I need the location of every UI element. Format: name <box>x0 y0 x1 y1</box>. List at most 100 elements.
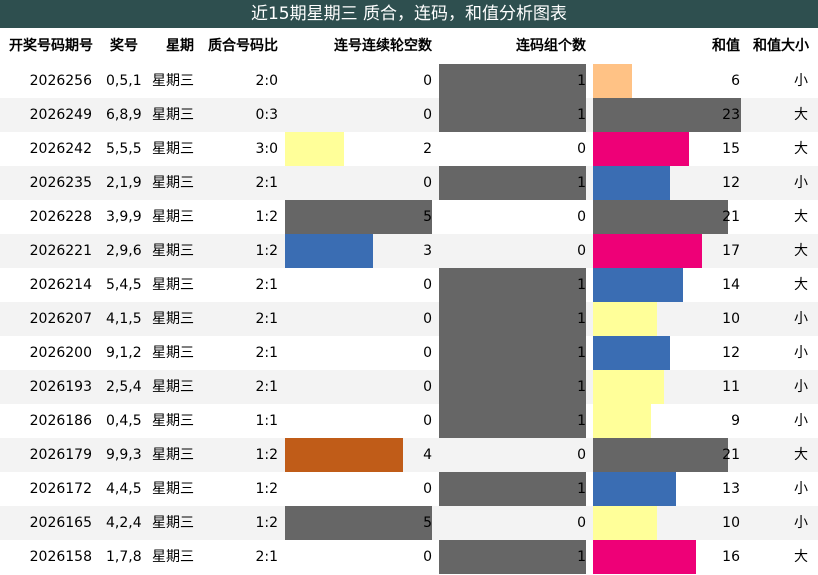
ratio-cell: 2:1 <box>255 549 278 565</box>
sum-value: 14 <box>722 277 740 293</box>
sum-value: 15 <box>722 141 740 157</box>
gap-value: 0 <box>423 175 432 191</box>
number-cell: 0,5,1 <box>106 73 142 89</box>
number-cell: 0,4,5 <box>106 413 142 429</box>
table-row: 2026165 4,2,4 星期三 1:2 5 0 10 小 <box>0 506 818 540</box>
table-row: 2026172 4,4,5 星期三 1:2 0 1 13 小 <box>0 472 818 506</box>
number-cell: 5,4,5 <box>106 277 142 293</box>
period-cell: 2026172 <box>29 481 92 497</box>
size-cell: 小 <box>794 413 808 429</box>
weekday-cell: 星期三 <box>152 379 194 395</box>
period-cell: 2026158 <box>29 549 92 565</box>
sum-value: 21 <box>722 447 740 463</box>
period-cell: 2026249 <box>29 107 92 123</box>
weekday-cell: 星期三 <box>152 277 194 293</box>
sum-value: 13 <box>722 481 740 497</box>
size-cell: 大 <box>794 447 808 463</box>
period-cell: 2026186 <box>29 413 92 429</box>
weekday-cell: 星期三 <box>152 413 194 429</box>
consec-value: 0 <box>577 515 586 531</box>
header-ratio: 质合号码比 <box>208 38 278 54</box>
period-cell: 2026165 <box>29 515 92 531</box>
ratio-cell: 2:0 <box>255 73 278 89</box>
ratio-cell: 3:0 <box>255 141 278 157</box>
table-row: 2026214 5,4,5 星期三 2:1 0 1 14 大 <box>0 268 818 302</box>
sum-value: 10 <box>722 311 740 327</box>
weekday-cell: 星期三 <box>152 141 194 157</box>
consec-value: 0 <box>577 447 586 463</box>
period-cell: 2026235 <box>29 175 92 191</box>
table-row: 2026158 1,7,8 星期三 2:1 0 1 16 大 <box>0 540 818 574</box>
table-row: 2026249 6,8,9 星期三 0:3 0 1 23 大 <box>0 98 818 132</box>
period-cell: 2026179 <box>29 447 92 463</box>
table-header: 开奖号码期号 奖号 星期 质合号码比 连号连续轮空数 连码组个数 和值 和值大小 <box>0 28 818 64</box>
gap-value: 0 <box>423 379 432 395</box>
sum-value: 12 <box>722 345 740 361</box>
weekday-cell: 星期三 <box>152 515 194 531</box>
header-sum: 和值 <box>712 38 740 54</box>
size-cell: 大 <box>794 277 808 293</box>
number-cell: 1,7,8 <box>106 549 142 565</box>
number-cell: 5,5,5 <box>106 141 142 157</box>
weekday-cell: 星期三 <box>152 243 194 259</box>
number-cell: 4,4,5 <box>106 481 142 497</box>
ratio-cell: 1:2 <box>255 209 278 225</box>
ratio-cell: 2:1 <box>255 311 278 327</box>
consec-value: 1 <box>577 413 586 429</box>
consec-value: 1 <box>577 379 586 395</box>
sum-value: 17 <box>722 243 740 259</box>
table-row: 2026256 0,5,1 星期三 2:0 0 1 6 小 <box>0 64 818 98</box>
number-cell: 2,9,6 <box>106 243 142 259</box>
header-gap: 连号连续轮空数 <box>334 38 432 54</box>
size-cell: 大 <box>794 141 808 157</box>
size-cell: 大 <box>794 243 808 259</box>
weekday-cell: 星期三 <box>152 447 194 463</box>
number-cell: 2,5,4 <box>106 379 142 395</box>
sum-value: 11 <box>722 379 740 395</box>
weekday-cell: 星期三 <box>152 481 194 497</box>
size-cell: 小 <box>794 481 808 497</box>
consec-value: 0 <box>577 141 586 157</box>
header-period: 开奖号码期号 <box>9 38 93 54</box>
gap-value: 0 <box>423 345 432 361</box>
number-cell: 2,1,9 <box>106 175 142 191</box>
period-cell: 2026228 <box>29 209 92 225</box>
weekday-cell: 星期三 <box>152 73 194 89</box>
consec-value: 1 <box>577 107 586 123</box>
table-row: 2026207 4,1,5 星期三 2:1 0 1 10 小 <box>0 302 818 336</box>
weekday-cell: 星期三 <box>152 311 194 327</box>
period-cell: 2026200 <box>29 345 92 361</box>
chart-title: 近15期星期三 质合，连码，和值分析图表 <box>0 0 818 28</box>
sum-value: 21 <box>722 209 740 225</box>
period-cell: 2026207 <box>29 311 92 327</box>
consec-value: 0 <box>577 209 586 225</box>
ratio-cell: 1:2 <box>255 481 278 497</box>
size-cell: 小 <box>794 345 808 361</box>
ratio-cell: 2:1 <box>255 379 278 395</box>
header-number: 奖号 <box>110 38 138 54</box>
table-row: 2026179 9,9,3 星期三 1:2 4 0 21 大 <box>0 438 818 472</box>
period-cell: 2026221 <box>29 243 92 259</box>
size-cell: 小 <box>794 379 808 395</box>
header-consec: 连码组个数 <box>516 38 586 54</box>
chart-page: 近15期星期三 质合，连码，和值分析图表 开奖号码期号 奖号 星期 质合号码比 … <box>0 0 818 575</box>
gap-value: 0 <box>423 549 432 565</box>
gap-value: 0 <box>423 277 432 293</box>
table-row: 2026242 5,5,5 星期三 3:0 2 0 15 大 <box>0 132 818 166</box>
table-row: 2026228 3,9,9 星期三 1:2 5 0 21 大 <box>0 200 818 234</box>
size-cell: 大 <box>794 549 808 565</box>
sum-value: 10 <box>722 515 740 531</box>
period-cell: 2026214 <box>29 277 92 293</box>
ratio-cell: 2:1 <box>255 277 278 293</box>
size-cell: 小 <box>794 175 808 191</box>
consec-value: 1 <box>577 549 586 565</box>
consec-value: 1 <box>577 345 586 361</box>
gap-value: 0 <box>423 107 432 123</box>
table-row: 2026200 9,1,2 星期三 2:1 0 1 12 小 <box>0 336 818 370</box>
gap-value: 0 <box>423 311 432 327</box>
gap-value: 5 <box>423 209 432 225</box>
number-cell: 3,9,9 <box>106 209 142 225</box>
number-cell: 6,8,9 <box>106 107 142 123</box>
consec-value: 1 <box>577 175 586 191</box>
ratio-cell: 2:1 <box>255 345 278 361</box>
